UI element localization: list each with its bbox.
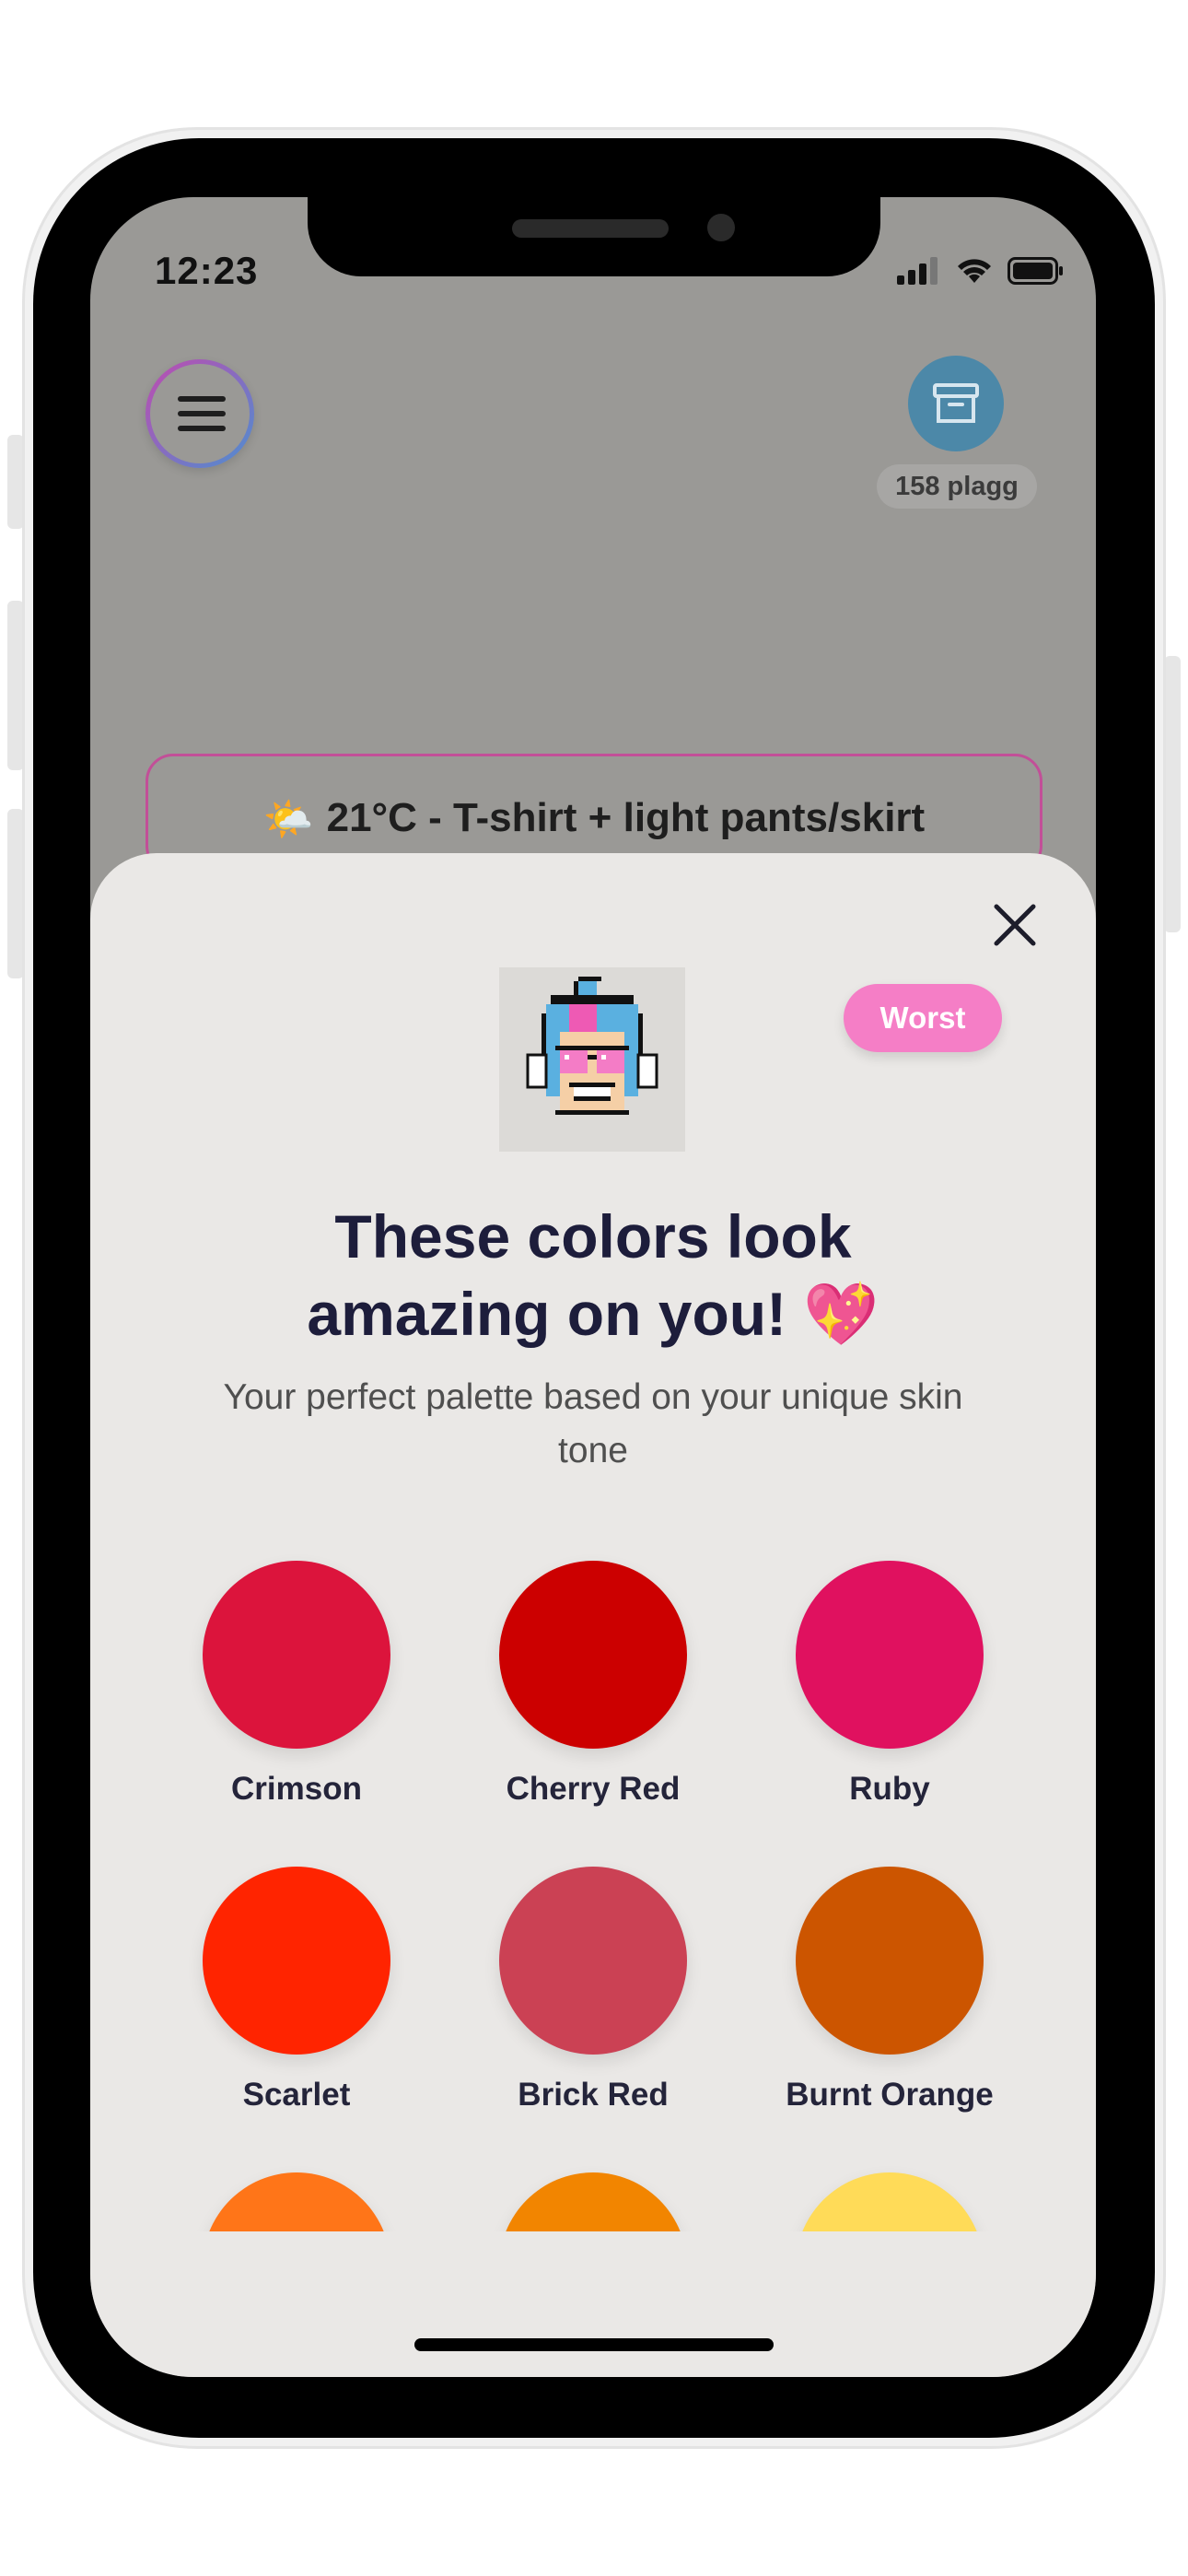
sheet-title-line-2: amazing on you! 💖	[307, 1280, 879, 1348]
status-icons	[897, 252, 1065, 289]
color-swatch-crimson[interactable]	[203, 1561, 390, 1749]
sheet-title: These colors look amazing on you! 💖	[90, 1198, 1096, 1352]
power-button	[1164, 656, 1181, 932]
home-indicator[interactable]	[414, 2338, 774, 2351]
color-swatch-mustard[interactable]	[796, 2172, 984, 2231]
palette-scroll-area[interactable]: Worst These colors look amazing on you! …	[90, 853, 1096, 2231]
color-label: Crimson	[231, 1771, 362, 1807]
color-swatch-tangerine[interactable]	[499, 2172, 687, 2231]
color-swatch-cherry-red[interactable]	[499, 1561, 687, 1749]
screen: 12:23 158 plagg 🌤️ 21°C - T-shirt + ligh…	[90, 197, 1096, 2377]
wifi-icon	[958, 259, 991, 283]
color-swatch-burnt-orange[interactable]	[796, 1867, 984, 2055]
color-swatch-orange[interactable]	[203, 2172, 390, 2231]
wardrobe-count-badge: 158 plagg	[877, 464, 1037, 509]
worst-toggle-button[interactable]: Worst	[844, 984, 1002, 1052]
front-camera	[707, 214, 735, 241]
wardrobe-button[interactable]	[908, 356, 1004, 451]
avatar-image	[526, 977, 658, 1115]
sheet-subtitle: Your perfect palette based on your uniqu…	[223, 1377, 963, 1470]
color-label: Burnt Orange	[786, 2077, 994, 2113]
color-label: Scarlet	[242, 2077, 351, 2113]
pixel-avatar	[499, 967, 685, 1152]
color-label: Brick Red	[518, 2077, 669, 2113]
archive-box-icon	[933, 383, 979, 423]
status-time: 12:23	[155, 249, 259, 292]
signal-icon	[897, 257, 938, 285]
color-swatch-ruby[interactable]	[796, 1561, 984, 1749]
notch	[308, 197, 880, 276]
sheet-title-line-1: These colors look	[334, 1202, 852, 1270]
color-label: Ruby	[849, 1771, 930, 1807]
color-swatch-scarlet[interactable]	[203, 1867, 390, 2055]
menu-button[interactable]	[146, 359, 254, 468]
menu-icon-bar	[178, 426, 226, 431]
menu-icon	[178, 396, 226, 402]
color-palette-sheet: Worst These colors look amazing on you! …	[90, 853, 1096, 2377]
battery-icon	[1007, 257, 1063, 285]
color-label: Cherry Red	[506, 1771, 681, 1807]
close-icon[interactable]	[989, 899, 1041, 951]
speaker	[512, 219, 669, 238]
color-swatch-brick-red[interactable]	[499, 1867, 687, 2055]
menu-icon-bar	[178, 411, 226, 416]
